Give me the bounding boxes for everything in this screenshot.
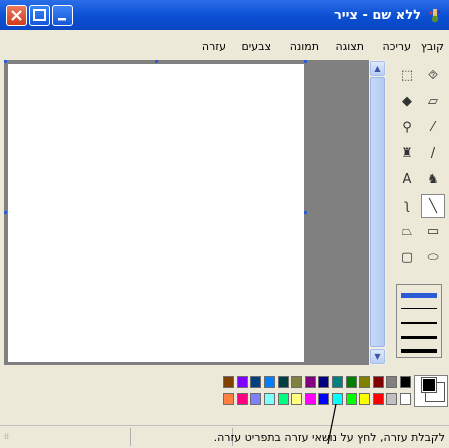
- fill-icon: ◆: [402, 94, 412, 109]
- palette-swatch[interactable]: [359, 376, 371, 388]
- palette-swatch[interactable]: [359, 393, 371, 405]
- menu-view[interactable]: תצוגה: [336, 40, 364, 53]
- scroll-up-button[interactable]: ▲: [370, 61, 385, 76]
- fill-tool[interactable]: ◆: [395, 90, 419, 114]
- menu-file[interactable]: קובץ: [421, 40, 444, 53]
- palette-swatch[interactable]: [250, 393, 262, 405]
- paint-app-icon: [429, 9, 441, 23]
- resize-handle: [4, 211, 7, 214]
- palette-swatch[interactable]: [223, 393, 235, 405]
- palette-swatch[interactable]: [386, 393, 398, 405]
- line-icon: ╲: [429, 199, 437, 214]
- rounded-rectangle-tool[interactable]: ▢: [395, 246, 419, 270]
- palette-swatch[interactable]: [400, 376, 411, 388]
- palette-swatch[interactable]: [345, 393, 357, 405]
- minimize-button[interactable]: [52, 5, 73, 26]
- mouse-cursor: [327, 403, 337, 445]
- palette-swatch[interactable]: [277, 376, 289, 388]
- palette-swatch[interactable]: [400, 393, 411, 405]
- palette-swatch[interactable]: [386, 376, 398, 388]
- airbrush-icon: ♞: [427, 172, 439, 187]
- resize-handle: [4, 60, 7, 63]
- palette-swatch[interactable]: [291, 393, 303, 405]
- polygon-tool[interactable]: ⏢: [395, 220, 419, 244]
- current-colors[interactable]: [414, 375, 448, 407]
- polygon-icon: ⏢: [401, 224, 413, 239]
- line-width-5[interactable]: [401, 349, 437, 353]
- foreground-color: [421, 377, 437, 393]
- palette-swatch[interactable]: [264, 393, 275, 405]
- ellipse-icon: ⬭: [427, 250, 439, 265]
- status-bar: ⁞⁞ לקבלת עזרה, לחץ על נושאי עזרה בתפריט …: [0, 403, 449, 448]
- curve-tool[interactable]: ʅ: [395, 194, 419, 218]
- drawing-canvas[interactable]: [8, 64, 304, 362]
- free-form-select-icon: ⯑: [427, 68, 439, 83]
- eraser-tool[interactable]: ▱: [421, 90, 445, 114]
- curve-icon: ʅ: [404, 198, 410, 213]
- palette-swatch[interactable]: [264, 376, 275, 388]
- menu-help[interactable]: עזרה: [202, 40, 226, 53]
- pencil-tool[interactable]: /: [421, 142, 445, 166]
- close-button[interactable]: [6, 5, 27, 26]
- color-palette: [0, 365, 449, 415]
- palette-swatch[interactable]: [223, 376, 235, 388]
- color-picker-icon: ⁄: [431, 120, 435, 135]
- vertical-scrollbar[interactable]: ▲ ▼: [369, 60, 386, 365]
- menu-bar: קובץ עריכה תצוגה תמונה צבעים עזרה: [0, 38, 449, 56]
- free-form-select-tool[interactable]: ⯑: [421, 64, 445, 88]
- select-tool[interactable]: ⬚: [395, 64, 419, 88]
- scroll-down-button[interactable]: ▼: [370, 349, 385, 364]
- menu-colors[interactable]: צבעים: [241, 40, 271, 53]
- magnifier-tool[interactable]: ⚲: [395, 116, 419, 140]
- palette-swatch[interactable]: [318, 376, 330, 388]
- palette-swatch[interactable]: [345, 376, 357, 388]
- scroll-thumb[interactable]: [370, 77, 385, 347]
- palette-swatch[interactable]: [372, 376, 384, 388]
- palette-swatch[interactable]: [236, 393, 248, 405]
- palette-swatch[interactable]: [277, 393, 289, 405]
- resize-grip[interactable]: ⁞⁞: [4, 432, 9, 441]
- color-picker-tool[interactable]: ⁄: [421, 116, 445, 140]
- resize-handle: [304, 60, 307, 63]
- palette-swatch[interactable]: [291, 376, 303, 388]
- line-width-2[interactable]: [401, 308, 437, 309]
- magnifier-icon: ⚲: [402, 120, 412, 135]
- palette-swatch[interactable]: [304, 376, 316, 388]
- line-width-1[interactable]: [401, 293, 437, 298]
- line-width-options: [396, 284, 442, 358]
- palette-swatch[interactable]: [304, 393, 316, 405]
- select-icon: ⬚: [400, 68, 414, 83]
- minimize-icon: [58, 18, 66, 21]
- brush-tool[interactable]: ♜: [395, 142, 419, 166]
- brush-icon: ♜: [401, 146, 413, 161]
- menu-edit[interactable]: עריכה: [382, 40, 411, 53]
- ellipse-tool[interactable]: ⬭: [421, 246, 445, 270]
- line-tool[interactable]: ╲: [421, 194, 445, 218]
- text-icon: A: [402, 172, 412, 187]
- line-width-4[interactable]: [401, 336, 437, 339]
- close-icon: [11, 10, 22, 21]
- rounded-rectangle-icon: ▢: [400, 250, 414, 265]
- line-width-3[interactable]: [401, 322, 437, 324]
- resize-handle: [155, 60, 158, 63]
- rectangle-tool[interactable]: ▭: [421, 220, 445, 244]
- status-separator: [130, 428, 131, 446]
- palette-swatch[interactable]: [332, 376, 343, 388]
- drawing-workspace: [4, 60, 369, 365]
- resize-handle[interactable]: [304, 211, 307, 214]
- eraser-icon: ▱: [428, 94, 438, 109]
- palette-swatch[interactable]: [236, 376, 248, 388]
- maximize-button[interactable]: [29, 5, 50, 26]
- title-bar: ללא שם - צייר: [0, 0, 449, 30]
- airbrush-tool[interactable]: ♞: [421, 168, 445, 192]
- palette-swatch[interactable]: [250, 376, 262, 388]
- window-title: ללא שם - צייר: [333, 8, 421, 23]
- pencil-icon: /: [430, 146, 436, 161]
- maximize-icon: [33, 9, 46, 21]
- menu-image[interactable]: תמונה: [290, 40, 319, 53]
- rectangle-icon: ▭: [426, 224, 440, 239]
- palette-swatch[interactable]: [372, 393, 384, 405]
- text-tool[interactable]: A: [395, 168, 419, 192]
